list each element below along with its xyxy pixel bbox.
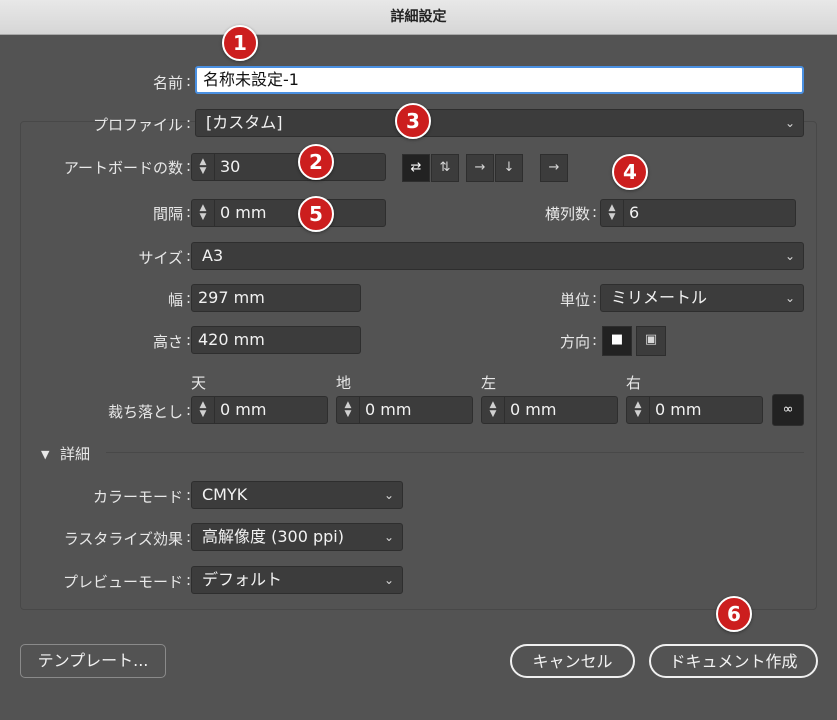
columns-label: 横列数 — [544, 205, 590, 223]
grid-by-row-icon[interactable]: ⇄ — [402, 154, 430, 182]
advanced-label[interactable]: 詳細 — [60, 443, 90, 464]
annotation-badge: 4 — [612, 154, 648, 190]
name-label: 名前 — [152, 74, 183, 92]
raster-value: 高解像度 (300 ppi) — [202, 527, 344, 546]
annotation-badge: 2 — [298, 144, 334, 180]
profile-label: プロファイル — [92, 116, 183, 134]
bleed-left-stepper[interactable]: ▲ ▼ 0 mm — [481, 396, 618, 424]
bleed-right-value[interactable]: 0 mm — [655, 397, 701, 423]
disclosure-triangle-icon[interactable]: ▼ — [41, 448, 49, 461]
chevron-down-icon: ⌄ — [784, 249, 795, 263]
colon: : — [592, 203, 598, 221]
size-select[interactable]: A3 ⌄ — [191, 242, 804, 270]
cancel-button[interactable]: キャンセル — [510, 644, 635, 678]
artboards-stepper[interactable]: ▲ ▼ 30 — [191, 153, 386, 181]
color-mode-value: CMYK — [202, 485, 248, 504]
link-icon[interactable]: ∞ — [772, 394, 804, 426]
chevron-down-icon: ⌄ — [784, 116, 795, 130]
width-label: 幅 — [167, 291, 183, 309]
chevron-down-icon: ⌄ — [383, 488, 394, 502]
size-value: A3 — [202, 246, 224, 265]
columns-value[interactable]: 6 — [629, 200, 639, 226]
artboards-value[interactable]: 30 — [220, 154, 240, 180]
document-name-input[interactable]: 名称未設定-1 — [195, 66, 804, 94]
bleed-top-value[interactable]: 0 mm — [220, 397, 266, 423]
spacing-label: 間隔 — [152, 205, 183, 223]
bleed-bottom-label: 地 — [336, 374, 352, 392]
columns-stepper[interactable]: ▲ ▼ 6 — [600, 199, 796, 227]
portrait-icon[interactable]: ■ — [602, 326, 632, 356]
spacing-stepper[interactable]: ▲ ▼ 0 mm — [191, 199, 386, 227]
color-mode-label: カラーモード — [92, 488, 183, 506]
colon: : — [592, 289, 598, 307]
width-input[interactable]: 297 mm — [191, 284, 361, 312]
artboards-label: アートボードの数 — [63, 159, 183, 177]
chevron-down-icon: ⌄ — [383, 530, 394, 544]
units-select[interactable]: ミリメートル ⌄ — [600, 284, 804, 312]
bleed-top-label: 天 — [191, 374, 207, 392]
preview-label: プレビューモード — [62, 573, 183, 591]
color-mode-select[interactable]: CMYK ⌄ — [191, 481, 403, 509]
bleed-left-value[interactable]: 0 mm — [510, 397, 556, 423]
chevron-down-icon: ⌄ — [784, 291, 795, 305]
units-value: ミリメートル — [611, 288, 708, 307]
stepper-icon[interactable]: ▲ ▼ — [192, 154, 215, 180]
stepper-icon[interactable]: ▲ ▼ — [482, 397, 505, 423]
arrange-by-row-icon[interactable]: → — [466, 154, 494, 182]
annotation-badge: 6 — [716, 596, 752, 632]
annotation-badge: 1 — [222, 25, 258, 61]
height-label: 高さ — [152, 333, 183, 351]
stepper-icon[interactable]: ▲ ▼ — [627, 397, 650, 423]
right-to-left-icon[interactable]: → — [540, 154, 568, 182]
templates-button[interactable]: テンプレート... — [20, 644, 166, 678]
grid-by-column-icon[interactable]: ⇅ — [431, 154, 459, 182]
height-input[interactable]: 420 mm — [191, 326, 361, 354]
stepper-icon[interactable]: ▲ ▼ — [601, 200, 624, 226]
annotation-badge: 5 — [298, 196, 334, 232]
stepper-icon[interactable]: ▲ ▼ — [337, 397, 360, 423]
preview-value: デフォルト — [202, 570, 283, 589]
landscape-icon[interactable]: ▣ — [636, 326, 666, 356]
stepper-icon[interactable]: ▲ ▼ — [192, 200, 215, 226]
profile-select[interactable]: [カスタム] ⌄ — [195, 109, 804, 137]
orientation-label: 方向 — [559, 333, 590, 351]
annotation-badge: 3 — [395, 103, 431, 139]
bleed-bottom-value[interactable]: 0 mm — [365, 397, 411, 423]
raster-select[interactable]: 高解像度 (300 ppi) ⌄ — [191, 523, 403, 551]
colon: : — [186, 72, 192, 90]
bleed-right-label: 右 — [626, 374, 642, 392]
arrange-by-column-icon[interactable]: ↓ — [495, 154, 523, 182]
colon: : — [186, 114, 192, 132]
preview-select[interactable]: デフォルト ⌄ — [191, 566, 403, 594]
bleed-bottom-stepper[interactable]: ▲ ▼ 0 mm — [336, 396, 473, 424]
units-label: 単位 — [559, 291, 590, 309]
profile-value: [カスタム] — [206, 113, 283, 132]
bleed-left-label: 左 — [481, 374, 497, 392]
bleed-label: 裁ち落とし — [107, 403, 183, 421]
colon: : — [592, 331, 598, 349]
create-document-button[interactable]: ドキュメント作成 — [649, 644, 818, 678]
bleed-right-stepper[interactable]: ▲ ▼ 0 mm — [626, 396, 763, 424]
chevron-down-icon: ⌄ — [383, 573, 394, 587]
stepper-icon[interactable]: ▲ ▼ — [192, 397, 215, 423]
bleed-top-stepper[interactable]: ▲ ▼ 0 mm — [191, 396, 328, 424]
window-title: 詳細設定 — [0, 0, 837, 35]
advanced-divider — [106, 452, 804, 453]
size-label: サイズ — [138, 249, 183, 267]
raster-label: ラスタライズ効果 — [63, 530, 183, 548]
spacing-value[interactable]: 0 mm — [220, 200, 266, 226]
